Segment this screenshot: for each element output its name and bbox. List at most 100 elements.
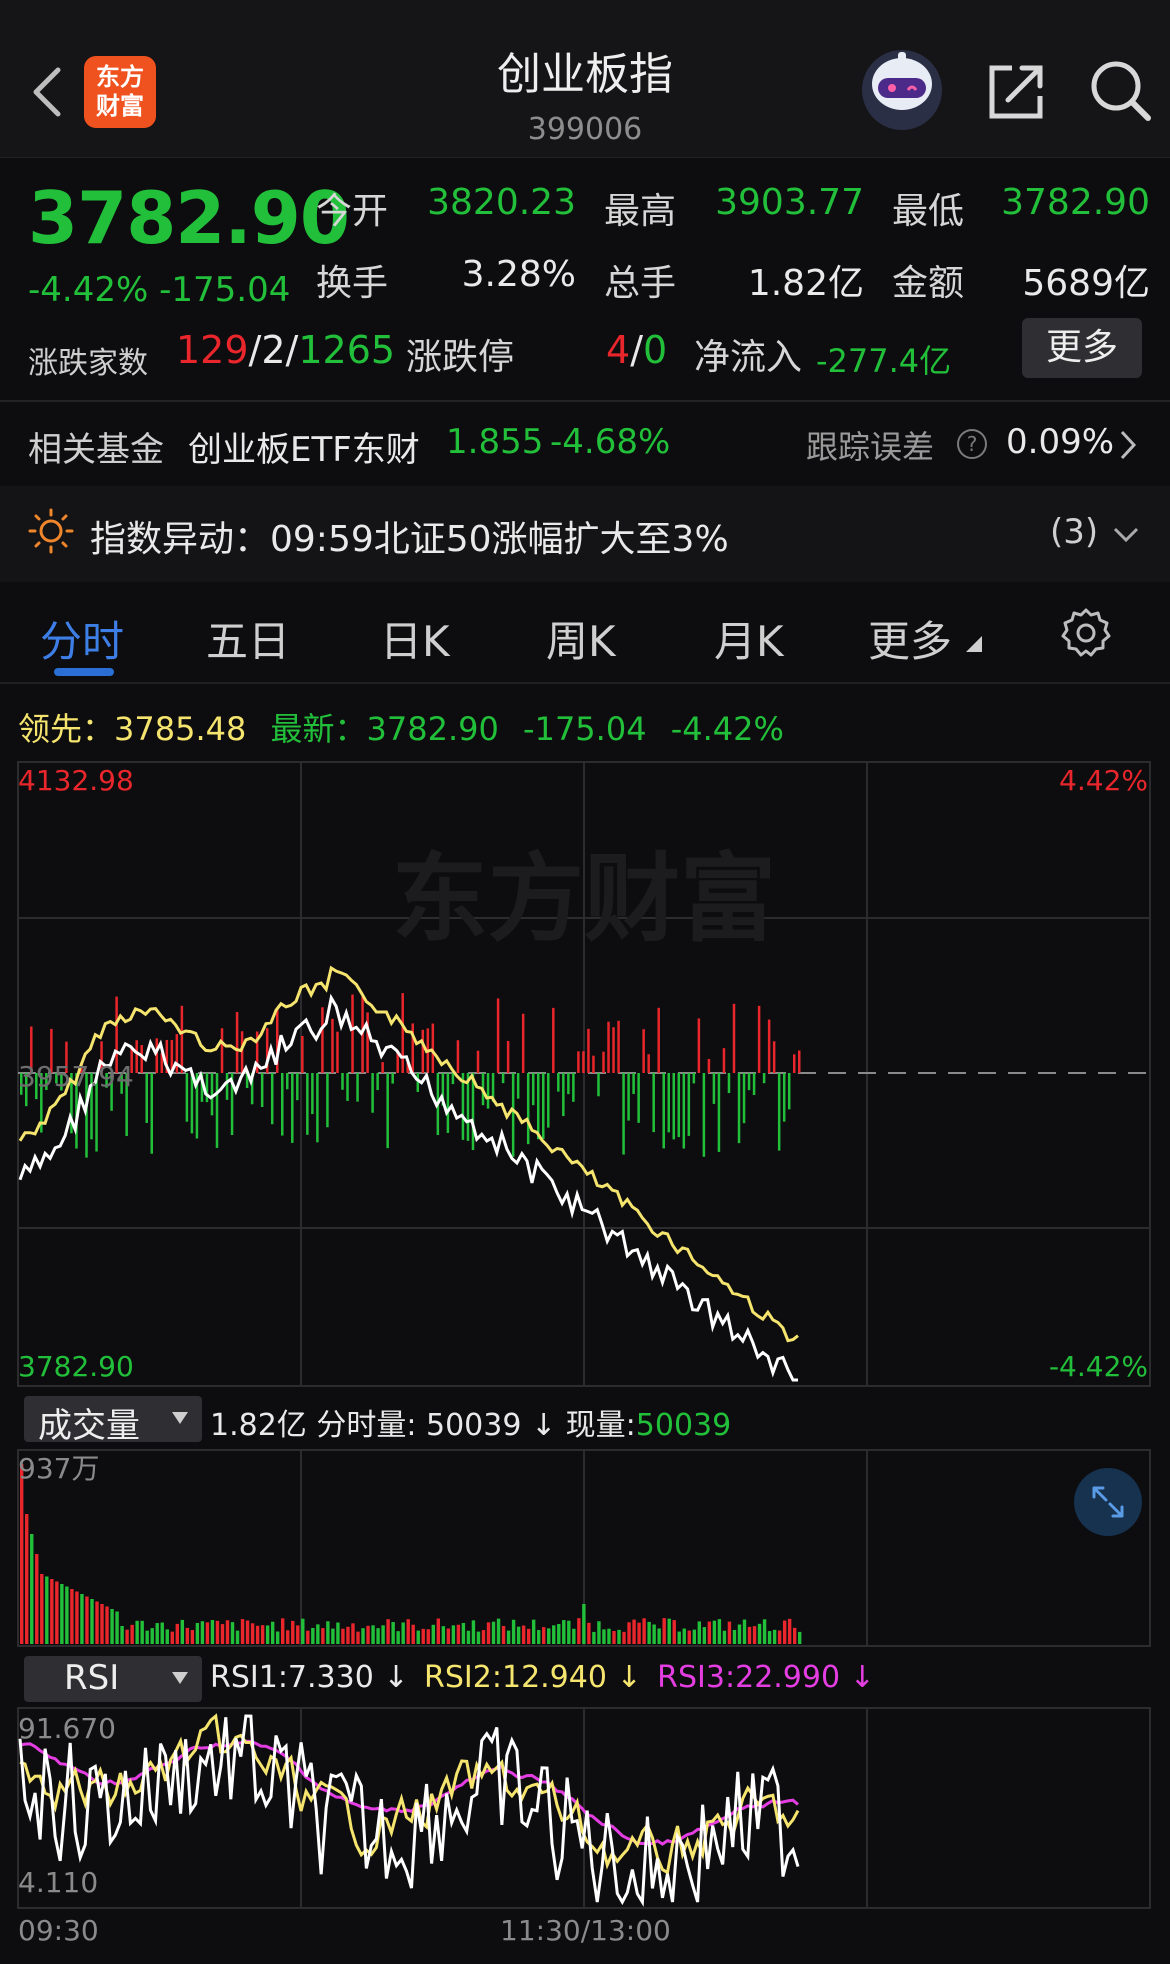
flow-bar — [346, 1073, 349, 1101]
rsi-indicator-selector[interactable]: RSI — [24, 1656, 202, 1702]
flow-bar — [657, 1007, 660, 1073]
flow-bar — [707, 1058, 711, 1073]
flow-bar — [521, 1013, 525, 1073]
flow-bar — [516, 1073, 520, 1099]
flow-bar — [501, 1073, 505, 1084]
tab-intraday[interactable]: 分时 — [40, 608, 124, 669]
flow-bar — [627, 1073, 630, 1121]
volume-bar — [351, 1623, 355, 1644]
rsi1-line — [18, 1714, 800, 1907]
volume-bar — [195, 1623, 200, 1644]
flow-bar — [145, 1073, 148, 1123]
flow-bar — [732, 1003, 736, 1073]
chart-period-tabs: 分时 五日 日K 周K 月K 更多 — [0, 588, 1170, 684]
flow-bar — [607, 1021, 610, 1073]
volume-bar — [110, 1609, 114, 1644]
rsi2-line — [19, 1713, 800, 1875]
share-icon[interactable] — [986, 60, 1048, 122]
rsi-chart[interactable]: 91.670 4.110 — [0, 1706, 1170, 1912]
volume-info: 1.82亿 分时量: 50039 ↓ 现量:50039 — [210, 1408, 732, 1443]
volume-bar — [632, 1619, 636, 1644]
volume-bar — [321, 1628, 325, 1644]
volume-bar — [411, 1624, 415, 1644]
flow-bar — [341, 1073, 344, 1090]
flow-bar — [316, 1073, 319, 1143]
volume-bar — [486, 1622, 491, 1644]
volume-bar — [712, 1620, 717, 1644]
flow-bar — [356, 1073, 359, 1102]
flow-bar — [506, 1040, 510, 1073]
flow-bar — [737, 1073, 741, 1144]
volume-bar — [777, 1630, 782, 1644]
volume-bar — [281, 1618, 285, 1644]
open-value: 3820.23 — [427, 182, 576, 223]
volume-bar — [105, 1606, 109, 1644]
volume-bar — [160, 1622, 164, 1644]
tab-daily-k[interactable]: 日K — [380, 608, 450, 669]
tab-five-day[interactable]: 五日 — [206, 608, 290, 669]
flow-bar — [536, 1073, 540, 1140]
volume-bar — [135, 1620, 139, 1644]
dropdown-caret-icon — [172, 1672, 188, 1684]
amount-label: 金额 — [892, 263, 965, 304]
volume-bar — [70, 1589, 74, 1644]
help-icon[interactable]: ? — [956, 428, 988, 460]
volume-bar — [677, 1631, 681, 1644]
flow-bar — [371, 1073, 374, 1113]
volume-bar — [401, 1622, 405, 1644]
volume-chart[interactable]: 937万 — [0, 1448, 1170, 1648]
volume-bar — [361, 1628, 365, 1644]
volume-bar — [542, 1627, 546, 1644]
netflow-value: -277.4亿 — [816, 342, 952, 380]
amount-value: 5689亿 — [1022, 263, 1150, 304]
tab-monthly-k[interactable]: 月K — [714, 608, 784, 669]
tab-weekly-k[interactable]: 周K — [546, 608, 616, 669]
assistant-robot-icon[interactable] — [856, 48, 948, 132]
volume-bar — [607, 1628, 611, 1644]
volume-max-label: 937万 — [18, 1452, 99, 1485]
flow-bar — [557, 1073, 560, 1092]
volume-bar — [200, 1621, 205, 1644]
volume-bar — [426, 1629, 430, 1644]
volume-bar — [496, 1618, 501, 1644]
y-axis-bottom-price: 3782.90 — [18, 1350, 134, 1383]
related-fund-row[interactable]: 相关基金 创业板ETF东财 1.855 -4.68% 跟踪误差 ? 0.09% — [0, 404, 1170, 484]
volume-bar — [687, 1630, 691, 1644]
intraday-price-chart[interactable]: 东方财富 4132.98 3957.94 3782.90 4.42% -4.42… — [0, 760, 1170, 1390]
volume-bar — [707, 1621, 712, 1644]
volume-bar — [456, 1624, 461, 1644]
volume-bar — [130, 1624, 134, 1644]
fund-label: 相关基金 — [28, 430, 164, 470]
search-icon[interactable] — [1088, 58, 1152, 122]
expand-icon[interactable] — [1074, 1468, 1142, 1536]
volume-bar — [225, 1620, 230, 1644]
volume-bar — [582, 1604, 586, 1644]
volume-bar — [782, 1620, 787, 1644]
flow-bar — [296, 1073, 299, 1101]
volume-bar — [60, 1584, 64, 1644]
flow-bar — [180, 1005, 184, 1073]
volume-bar — [386, 1619, 390, 1644]
volume-bar — [205, 1622, 210, 1644]
flow-bar — [612, 1027, 615, 1073]
tab-more[interactable]: 更多 — [868, 608, 952, 669]
flow-bar — [632, 1073, 635, 1094]
leader-info: 领先：3785.48 最新：3782.90 -175.04 -4.42% — [18, 710, 784, 748]
price-change: -4.42% -175.04 — [28, 270, 290, 310]
volume-indicator-selector[interactable]: 成交量 — [24, 1396, 202, 1446]
volume-bar — [672, 1620, 676, 1644]
flow-bar — [712, 1073, 716, 1104]
settings-gear-icon[interactable] — [1060, 606, 1112, 658]
volume-bar — [366, 1625, 370, 1644]
volume-bar — [747, 1626, 752, 1644]
leader-value: 3785.48 — [114, 710, 247, 748]
volume-bar — [476, 1631, 481, 1644]
volume-bar — [627, 1622, 631, 1644]
volume-bar — [637, 1622, 641, 1644]
more-button[interactable]: 更多 — [1022, 318, 1142, 378]
y-axis-bottom-pct: -4.42% — [1049, 1350, 1148, 1383]
volume-bar — [416, 1630, 420, 1644]
volume-bar — [255, 1625, 260, 1644]
flow-bar — [391, 1073, 394, 1084]
index-alert-row[interactable]: 指数异动：09:59北证50涨幅扩大至3% (3) — [0, 486, 1170, 582]
